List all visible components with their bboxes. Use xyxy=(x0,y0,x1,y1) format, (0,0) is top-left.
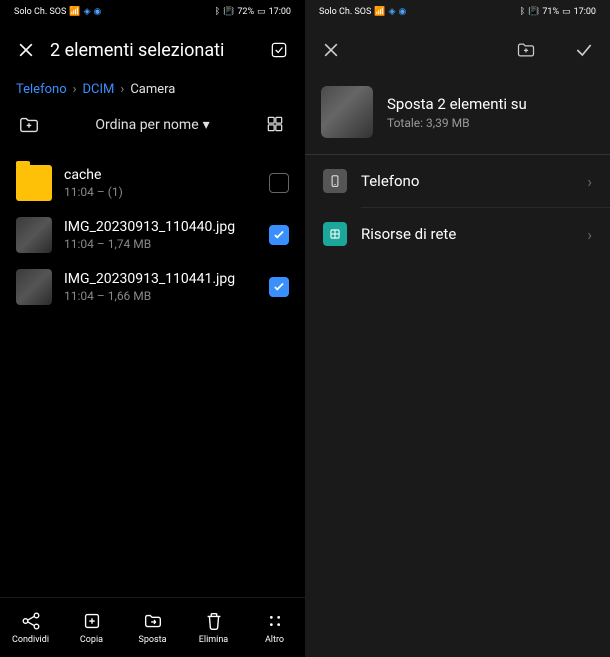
chevron-right-icon: › xyxy=(120,82,124,97)
more-icon xyxy=(264,610,286,632)
file-name: IMG_20230913_110440.jpg xyxy=(64,219,257,235)
bottom-label: Condividi xyxy=(12,635,49,645)
new-folder-button[interactable] xyxy=(18,114,40,136)
carrier-text: Solo Ch. SOS xyxy=(14,7,66,17)
select-all-button[interactable] xyxy=(269,40,289,60)
chevron-right-icon: › xyxy=(587,172,592,191)
header-bar: 2 elementi selezionati xyxy=(0,24,305,76)
checkbox-checked[interactable] xyxy=(269,277,289,297)
image-thumbnail xyxy=(16,269,52,305)
bottom-action-bar: Condividi Copia Sposta Elimina Altro xyxy=(0,597,305,657)
bottom-label: Altro xyxy=(265,635,284,645)
wifi-icon: ◈ xyxy=(389,7,396,17)
close-button[interactable] xyxy=(321,40,341,60)
file-meta: 11:04 – (1) xyxy=(64,185,257,199)
status-bar: Solo Ch. SOS 📶 ◈ ◉ ᛒ 📳 72% ▭ 17:00 xyxy=(0,0,305,24)
page-title: 2 elementi selezionati xyxy=(50,40,224,61)
carrier-text: Solo Ch. SOS xyxy=(319,7,371,17)
sort-label: Ordina per nome xyxy=(95,117,198,133)
close-button[interactable] xyxy=(16,40,36,60)
bluetooth-icon: ᛒ xyxy=(520,7,525,17)
share-icon xyxy=(20,610,42,632)
image-thumbnail xyxy=(16,217,52,253)
panel-header xyxy=(305,24,610,76)
battery-pct: 72% xyxy=(237,7,254,17)
chevron-right-icon: › xyxy=(587,225,592,244)
move-subtitle: Totale: 3,39 MB xyxy=(387,116,527,130)
file-name: cache xyxy=(64,167,257,183)
vibrate-icon: 📳 xyxy=(223,7,234,17)
file-meta: 11:04 – 1,74 MB xyxy=(64,237,257,251)
battery-icon: ▭ xyxy=(257,7,266,17)
share-button[interactable]: Condividi xyxy=(0,598,61,657)
destination-item-phone[interactable]: Telefono › xyxy=(305,155,610,207)
vibrate-icon: 📳 xyxy=(528,7,539,17)
status-bar: Solo Ch. SOS 📶 ◈ ◉ ᛒ 📳 71% ▭ 17:00 xyxy=(305,0,610,24)
network-icon xyxy=(323,222,347,246)
phone-icon xyxy=(323,169,347,193)
notif-icon: ◉ xyxy=(93,7,101,17)
signal-icon: 📶 xyxy=(69,7,80,17)
destination-label: Telefono xyxy=(361,172,573,190)
bluetooth-icon: ᛒ xyxy=(215,7,220,17)
breadcrumb-current: Camera xyxy=(130,82,175,97)
file-manager-selection-view: Solo Ch. SOS 📶 ◈ ◉ ᛒ 📳 72% ▭ 17:00 2 ele… xyxy=(0,0,305,657)
battery-icon: ▭ xyxy=(562,7,571,17)
toolbar: Ordina per nome ▾ xyxy=(0,103,305,147)
list-item[interactable]: cache 11:04 – (1) xyxy=(0,157,305,209)
checkbox[interactable] xyxy=(269,173,289,193)
list-item[interactable]: IMG_20230913_110441.jpg 11:04 – 1,66 MB xyxy=(0,261,305,313)
destination-item-network[interactable]: Risorse di rete › xyxy=(305,208,610,260)
delete-button[interactable]: Elimina xyxy=(183,598,244,657)
trash-icon xyxy=(203,610,225,632)
file-list: cache 11:04 – (1) IMG_20230913_110440.jp… xyxy=(0,147,305,313)
time-text: 17:00 xyxy=(269,7,291,17)
time-text: 17:00 xyxy=(574,7,596,17)
battery-pct: 71% xyxy=(542,7,559,17)
chevron-right-icon: › xyxy=(73,82,77,97)
breadcrumb: Telefono › DCIM › Camera xyxy=(0,76,305,103)
grid-view-button[interactable] xyxy=(265,114,287,136)
chevron-down-icon: ▾ xyxy=(203,117,210,133)
file-name: IMG_20230913_110441.jpg xyxy=(64,271,257,287)
move-destination-panel: Solo Ch. SOS 📶 ◈ ◉ ᛒ 📳 71% ▭ 17:00 Spost xyxy=(305,0,610,657)
signal-icon: 📶 xyxy=(374,7,385,17)
bottom-label: Elimina xyxy=(199,635,228,645)
more-button[interactable]: Altro xyxy=(244,598,305,657)
folder-icon xyxy=(16,165,52,201)
move-title: Sposta 2 elementi su xyxy=(387,95,527,113)
copy-icon xyxy=(81,610,103,632)
breadcrumb-link[interactable]: Telefono xyxy=(16,82,67,97)
wifi-icon: ◈ xyxy=(84,7,91,17)
bottom-label: Sposta xyxy=(138,635,166,645)
confirm-button[interactable] xyxy=(574,40,594,60)
copy-button[interactable]: Copia xyxy=(61,598,122,657)
new-folder-button[interactable] xyxy=(516,40,536,60)
breadcrumb-link[interactable]: DCIM xyxy=(83,82,115,97)
move-icon xyxy=(142,610,164,632)
sort-button[interactable]: Ordina per nome ▾ xyxy=(48,117,257,133)
notif-icon: ◉ xyxy=(398,7,406,17)
file-meta: 11:04 – 1,66 MB xyxy=(64,289,257,303)
move-summary: Sposta 2 elementi su Totale: 3,39 MB xyxy=(305,76,610,154)
bottom-label: Copia xyxy=(80,635,103,645)
move-button[interactable]: Sposta xyxy=(122,598,183,657)
list-item[interactable]: IMG_20230913_110440.jpg 11:04 – 1,74 MB xyxy=(0,209,305,261)
preview-thumbnail xyxy=(321,86,373,138)
destination-label: Risorse di rete xyxy=(361,225,573,243)
checkbox-checked[interactable] xyxy=(269,225,289,245)
